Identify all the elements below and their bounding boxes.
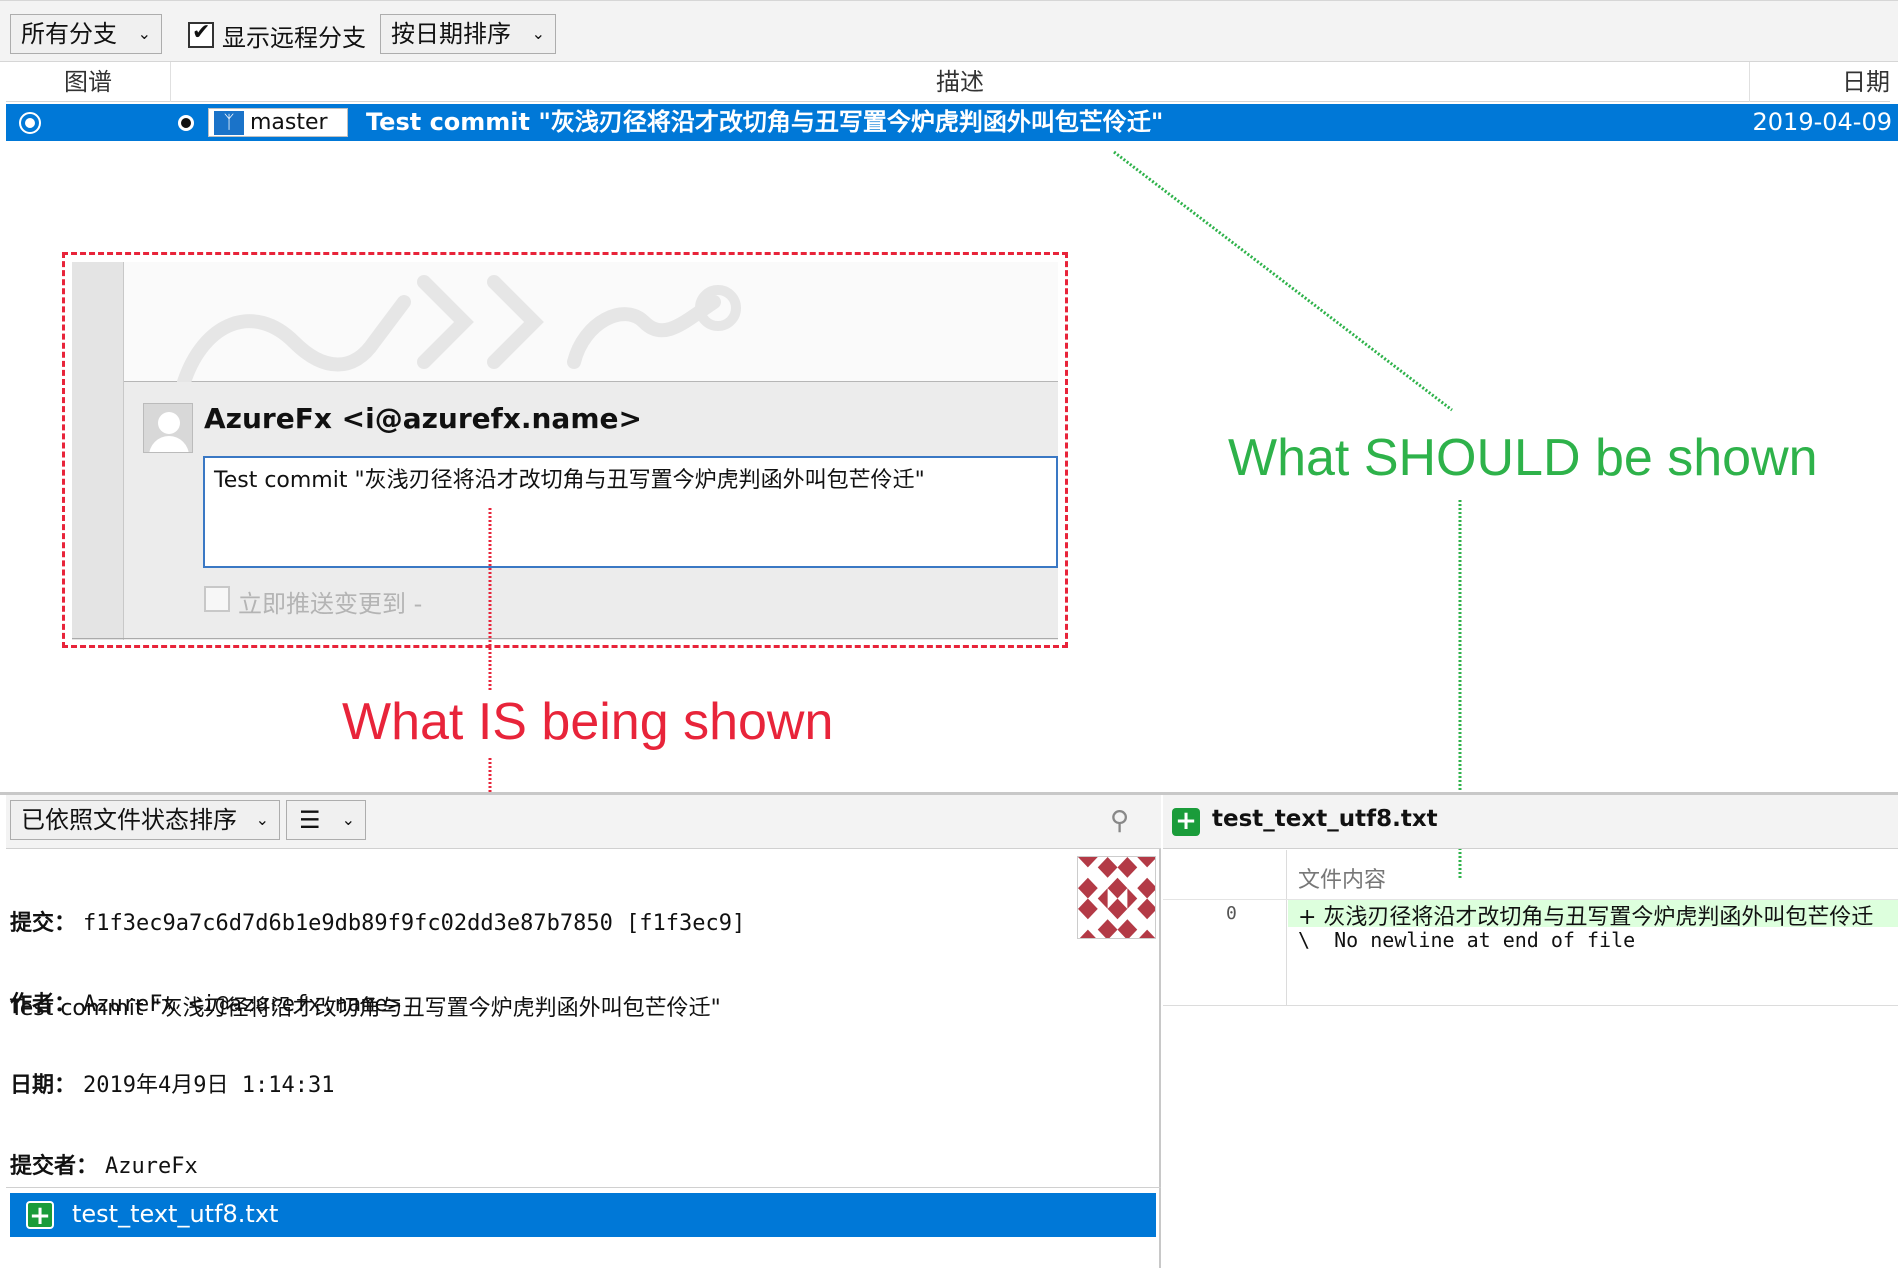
added-file-icon: +	[1172, 808, 1200, 836]
diff-line-number: 0	[1226, 903, 1237, 924]
diff-file-name: test_text_utf8.txt	[1212, 806, 1438, 832]
diff-bottom-divider	[1163, 1005, 1898, 1006]
info-line-commit: 提交： f1f3ec9a7c6d7d6b1e9db89f9fc02dd3e87b…	[10, 910, 745, 937]
commit-hash: f1f3ec9a7c6d7d6b1e9db89f9fc02dd3e87b7850…	[83, 911, 746, 936]
info-line-committer: 提交者： AzureFx	[10, 1153, 745, 1180]
diff-no-newline: \ No newline at end of file	[1298, 928, 1636, 952]
commit-full-message: Test commit "灰浅刃径将沿才改切角与丑写置今炉虎判函外叫包芒伶迁"	[10, 996, 721, 1021]
chevron-down-icon: ⌄	[255, 810, 269, 829]
date-value: 2019年4月9日 1:14:31	[83, 1073, 335, 1098]
file-sort-dropdown[interactable]: 已依照文件状态排序 ⌄	[10, 800, 280, 840]
diff-gutter	[1163, 850, 1287, 1005]
author-identicon	[1077, 856, 1156, 939]
annotation-should-label: What SHOULD be shown	[1228, 429, 1818, 487]
info-label: 提交者：	[10, 1154, 99, 1179]
info-label: 提交：	[10, 911, 77, 936]
committer-value: AzureFx	[105, 1154, 198, 1179]
info-line-date: 日期： 2019年4月9日 1:14:31	[10, 1072, 745, 1099]
commit-info-block: 提交： f1f3ec9a7c6d7d6b1e9db89f9fc02dd3e87b…	[10, 856, 745, 1207]
view-mode-dropdown[interactable]: ☰ ⌄	[286, 800, 366, 840]
search-icon[interactable]: ⚲	[1110, 806, 1129, 836]
identicon-pattern	[1078, 857, 1155, 938]
chevron-down-icon: ⌄	[341, 810, 355, 829]
diff-column-header: 文件内容	[1298, 868, 1387, 893]
file-list-item-label: test_text_utf8.txt	[72, 1200, 279, 1228]
file-sort-value: 已依照文件状态排序	[21, 806, 237, 834]
diff-added-text: + 灰浅刃径将沿才改切角与丑写置今炉虎判函外叫包芒伶迁	[1298, 905, 1874, 930]
info-label: 日期：	[10, 1073, 77, 1098]
file-list-divider	[6, 1187, 1161, 1188]
list-view-icon: ☰	[299, 806, 321, 834]
added-file-icon: +	[26, 1201, 54, 1229]
annotation-is-label: What IS being shown	[342, 693, 834, 751]
